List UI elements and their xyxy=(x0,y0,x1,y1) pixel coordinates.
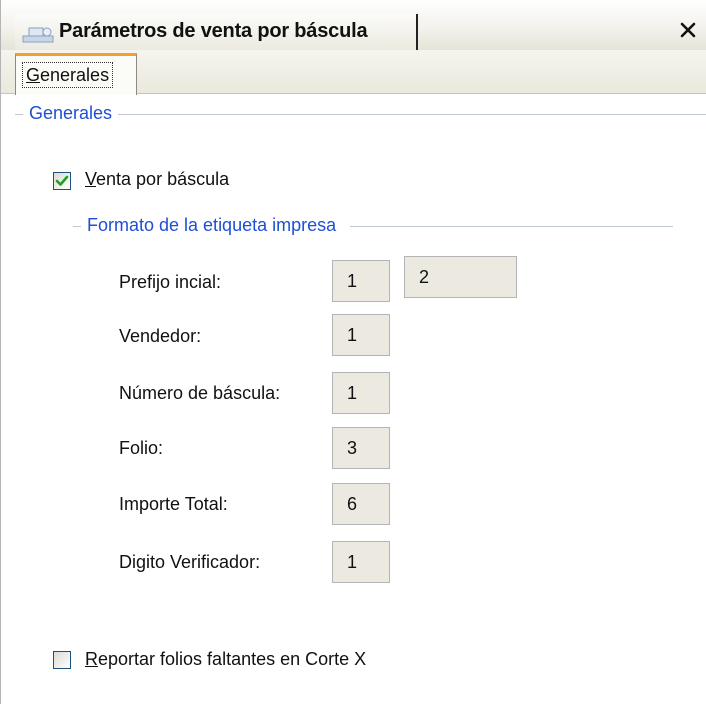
folio-field[interactable]: 3 xyxy=(332,427,390,469)
close-icon[interactable] xyxy=(680,22,696,38)
vendedor-field[interactable]: 1 xyxy=(332,314,390,356)
tab-generales-label[interactable]: Generales xyxy=(22,62,114,88)
folio-label: Folio: xyxy=(119,438,164,458)
generales-group-title: Generales xyxy=(23,103,119,124)
venta-por-bascula-label[interactable]: Venta por báscula xyxy=(85,169,229,190)
prefijo-inicial-field-2[interactable]: 2 xyxy=(404,256,517,298)
generales-group-line xyxy=(15,114,706,115)
formato-group-title: Formato de la etiqueta impresa xyxy=(81,215,351,236)
prefijo-inicial-label: Prefijo incial: xyxy=(119,272,222,292)
importe-total-field[interactable]: 6 xyxy=(332,483,390,525)
vendedor-label: Vendedor: xyxy=(119,326,202,346)
digito-verificador-label: Digito Verificador: xyxy=(119,552,261,572)
reportar-folios-checkbox[interactable] xyxy=(53,651,71,669)
scale-icon xyxy=(22,27,54,43)
reportar-folios-label[interactable]: Reportar folios faltantes en Corte X xyxy=(85,649,366,670)
digito-verificador-field[interactable]: 1 xyxy=(332,541,390,583)
checkmark-icon xyxy=(55,175,69,186)
window-title: Parámetros de venta por báscula xyxy=(59,20,368,42)
importe-total-label: Importe Total: xyxy=(119,494,228,514)
venta-por-bascula-checkbox[interactable] xyxy=(53,172,71,190)
close-button[interactable] xyxy=(677,18,699,42)
dialog-window: Parámetros de venta por báscula Generale… xyxy=(0,0,706,704)
numero-bascula-field[interactable]: 1 xyxy=(332,372,390,414)
tab-generales[interactable]: Generales xyxy=(15,53,137,95)
prefijo-inicial-field[interactable]: 1 xyxy=(332,260,390,302)
numero-bascula-label: Número de báscula: xyxy=(119,383,281,403)
